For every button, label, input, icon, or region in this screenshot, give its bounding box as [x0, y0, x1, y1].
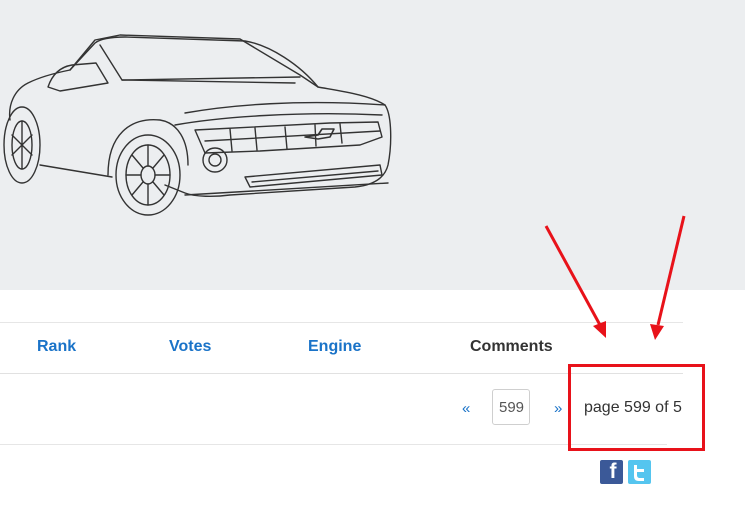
twitter-bird-icon	[634, 465, 644, 481]
column-header-engine[interactable]: Engine	[308, 338, 361, 356]
column-header-comments: Comments	[470, 338, 553, 355]
car-illustration	[3, 34, 392, 216]
twitter-icon[interactable]	[628, 460, 651, 484]
next-page-link[interactable]: »	[554, 400, 562, 417]
page-number-input[interactable]	[492, 389, 530, 425]
facebook-glyph: f	[609, 460, 617, 483]
column-header-rank[interactable]: Rank	[37, 338, 76, 356]
previous-page-link[interactable]: «	[462, 400, 470, 417]
pagination-row: « » page 599 of 5	[0, 373, 682, 445]
column-header-votes[interactable]: Votes	[169, 338, 211, 356]
highlight-box	[568, 364, 705, 451]
facebook-icon[interactable]: f	[600, 460, 623, 484]
hero-banner	[0, 0, 745, 290]
